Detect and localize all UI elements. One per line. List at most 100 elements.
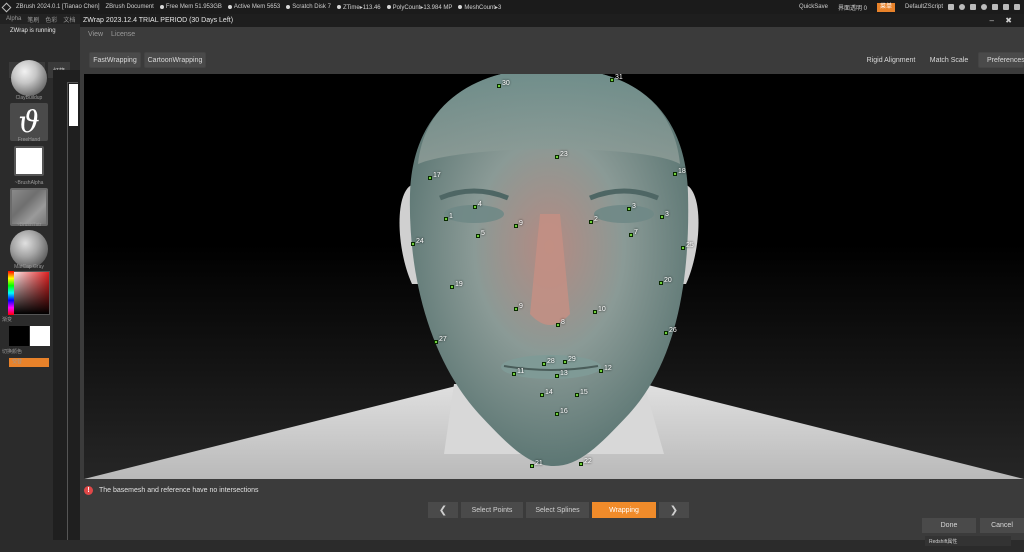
settings-icon[interactable]	[981, 4, 987, 10]
layout-icon[interactable]	[970, 4, 976, 10]
landmark-label: 22	[584, 458, 592, 465]
landmark-point[interactable]	[593, 310, 597, 314]
switch-color-label[interactable]: 切换颜色	[2, 348, 44, 355]
menu-alpha[interactable]: Alpha	[6, 16, 21, 22]
landmark-point[interactable]	[540, 393, 544, 397]
left-tool-shelf: ZWrap is running 主页 灯箱 ClayBuildup ϑ Fre…	[0, 24, 80, 552]
gradient-label: 渐变	[2, 317, 13, 323]
landmark-point[interactable]	[434, 340, 438, 344]
menus-button[interactable]: 菜单	[876, 2, 895, 12]
landmark-point[interactable]	[514, 307, 518, 311]
tray-thumbnail[interactable]	[69, 84, 78, 126]
menu-color[interactable]: 色彩	[45, 15, 57, 24]
cancel-button[interactable]: Cancel	[980, 518, 1024, 533]
landmark-point[interactable]	[610, 78, 614, 82]
landmark-point[interactable]	[450, 285, 454, 289]
landmark-point[interactable]	[411, 242, 415, 246]
menu-brush[interactable]: 笔刷	[27, 15, 39, 24]
quicksave-button[interactable]: QuickSave	[799, 4, 828, 10]
landmark-point[interactable]	[444, 217, 448, 221]
stat-meshcount: MeshCount▸3	[458, 4, 501, 11]
stat-scratch-disk: Scratch Disk 7	[286, 4, 331, 10]
landmark-point[interactable]	[555, 412, 559, 416]
tray-frame	[67, 82, 78, 542]
landmark-point[interactable]	[589, 220, 593, 224]
landmark-point[interactable]	[514, 224, 518, 228]
landmark-point[interactable]	[497, 84, 501, 88]
rigid-alignment-button[interactable]: Rigid Alignment	[862, 52, 920, 68]
landmark-point[interactable]	[563, 360, 567, 364]
brush-alpha-icon[interactable]	[14, 146, 44, 176]
secondary-color-swatch[interactable]	[30, 326, 50, 346]
zwrap-running-status: ZWrap is running	[10, 28, 56, 34]
landmark-point[interactable]	[673, 172, 677, 176]
stat-ztime: ZTime▸113.46	[336, 4, 381, 11]
landmark-point[interactable]	[627, 207, 631, 211]
right-eye	[594, 205, 654, 223]
landmark-point[interactable]	[579, 462, 583, 466]
palette-icon[interactable]	[959, 4, 965, 10]
landmark-point[interactable]	[556, 323, 560, 327]
zwrap-close-icon[interactable]: ✖	[1005, 16, 1012, 25]
brush-texture-icon[interactable]	[10, 188, 48, 226]
landmark-label: 3	[665, 211, 669, 218]
landmark-label: 17	[433, 172, 441, 179]
redshift-properties[interactable]: Redshift属性	[925, 536, 1011, 546]
landmark-point[interactable]	[555, 155, 559, 159]
landmark-point[interactable]	[530, 464, 534, 468]
minimize-icon[interactable]	[992, 4, 998, 10]
transparency-slider[interactable]: 界面透明 0	[838, 3, 867, 12]
claybuildup-brush-icon[interactable]	[11, 60, 47, 96]
landmark-point[interactable]	[428, 176, 432, 180]
landmark-point[interactable]	[681, 246, 685, 250]
zwrap-minimize-icon[interactable]: –	[990, 16, 994, 25]
landmark-point[interactable]	[476, 234, 480, 238]
select-splines-step[interactable]: Select Splines	[526, 502, 589, 518]
next-step-button[interactable]: ❯	[659, 502, 689, 518]
landmark-point[interactable]	[659, 281, 663, 285]
select-points-step[interactable]: Select Points	[461, 502, 523, 518]
hue-slider[interactable]	[8, 271, 14, 315]
alternate-button[interactable]: 交替	[9, 358, 49, 367]
close-icon[interactable]	[1014, 4, 1020, 10]
landmark-label: 16	[560, 408, 568, 415]
primary-color-swatch[interactable]	[9, 326, 29, 346]
zwrap-menubar: View License	[80, 27, 1024, 41]
landmark-point[interactable]	[664, 331, 668, 335]
cartoonwrapping-button[interactable]: CartoonWrapping	[144, 52, 206, 68]
stat-free-mem: Free Mem 51.953GB	[159, 4, 222, 10]
3d-viewport[interactable]: 30 31 23 17 18 1 4 9 2 3 3 5 7 24 25 19 20 9 10 8 27 26 28 29 11…	[84, 74, 1024, 479]
menu-document[interactable]: 文档	[63, 15, 75, 24]
script-button[interactable]: DefaultZScript	[905, 4, 943, 10]
menu-license[interactable]: License	[111, 31, 135, 38]
zwrap-toolbar: FastWrapping CartoonWrapping Rigid Align…	[80, 52, 1024, 70]
match-scale-button[interactable]: Match Scale	[923, 52, 975, 68]
landmark-label: 8	[561, 319, 565, 326]
wrapping-step[interactable]: Wrapping	[592, 502, 656, 518]
landmark-label: 13	[560, 370, 568, 377]
landmark-point[interactable]	[512, 372, 516, 376]
texture-label: ~BrushTxtr	[16, 222, 42, 228]
landmark-point[interactable]	[629, 233, 633, 237]
menu-view[interactable]: View	[88, 31, 103, 38]
landmark-point[interactable]	[599, 369, 603, 373]
maximize-icon[interactable]	[1003, 4, 1009, 10]
landmark-label: 27	[439, 336, 447, 343]
landmark-point[interactable]	[473, 205, 477, 209]
fastwrapping-button[interactable]: FastWrapping	[89, 52, 141, 68]
prev-step-button[interactable]: ❮	[428, 502, 458, 518]
freehand-stroke-icon[interactable]: ϑ	[10, 103, 48, 141]
landmark-point[interactable]	[555, 374, 559, 378]
landmark-label: 1	[449, 213, 453, 220]
done-button[interactable]: Done	[922, 518, 976, 533]
help-icon[interactable]	[948, 4, 954, 10]
preferences-button[interactable]: Preferences	[978, 52, 1024, 68]
color-picker[interactable]	[8, 271, 50, 315]
matcap-material-icon[interactable]	[10, 230, 48, 268]
warning-icon: !	[84, 485, 93, 495]
stat-active-mem: Active Mem 5653	[227, 4, 280, 10]
landmark-point[interactable]	[575, 393, 579, 397]
landmark-point[interactable]	[660, 215, 664, 219]
dot-icon	[336, 5, 341, 9]
landmark-point[interactable]	[542, 362, 546, 366]
